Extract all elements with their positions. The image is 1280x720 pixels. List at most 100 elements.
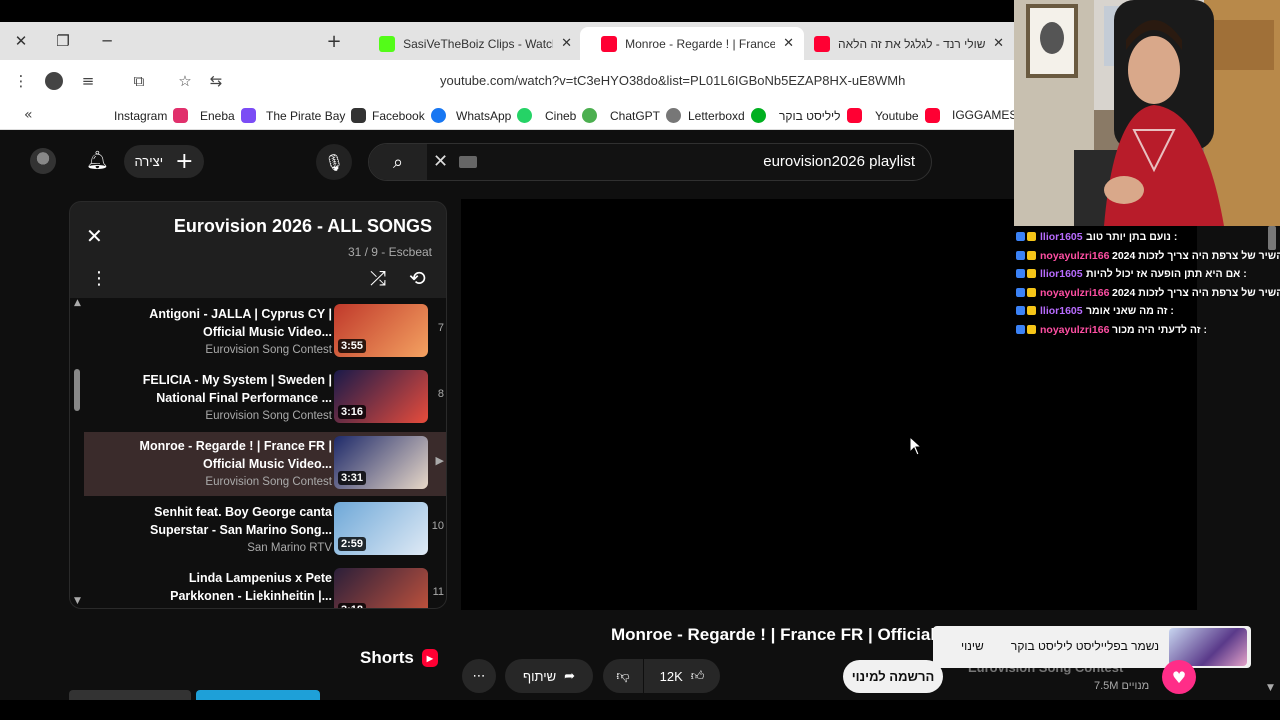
playlist-item-title: Monroe - Regarde ! | France FR | Officia… bbox=[139, 439, 332, 471]
playlist-menu-icon[interactable]: ⋮ bbox=[90, 268, 108, 289]
bookmark-lilist[interactable]: ליליסט בוקר bbox=[779, 108, 862, 123]
tab-close-icon[interactable]: ✕ bbox=[993, 36, 1004, 51]
search-input[interactable]: eurovision2026 playlist bbox=[763, 153, 915, 170]
playlist-item-thumbnail[interactable]: 2:59 bbox=[334, 502, 428, 555]
chat-text: : זה לדעתי היה מכור bbox=[1112, 324, 1207, 336]
scroll-down-icon[interactable]: ▼ bbox=[1267, 683, 1274, 693]
short-thumbnail[interactable] bbox=[69, 690, 191, 700]
chat-username[interactable]: noyayulzri166 bbox=[1040, 287, 1109, 299]
scroll-up-icon[interactable]: ▲ bbox=[74, 298, 81, 308]
bookmark-label: Eneba bbox=[200, 108, 235, 123]
new-tab-icon[interactable]: + bbox=[322, 22, 346, 60]
bookmark-whatsapp[interactable]: WhatsApp bbox=[456, 108, 533, 123]
shuffle-icon[interactable]: ⤮ bbox=[370, 266, 386, 290]
badge-icon bbox=[1027, 250, 1036, 260]
thumbs-up-icon: 👍︎ bbox=[690, 668, 705, 684]
bookmark-chatgpt[interactable]: ChatGPT bbox=[610, 108, 682, 123]
bookmark-label: IGGGAMES bbox=[952, 108, 1018, 122]
chat-username[interactable]: llior1605 bbox=[1040, 231, 1083, 243]
loop-icon[interactable]: ⟲ bbox=[409, 266, 426, 290]
badge-icon bbox=[1027, 269, 1036, 279]
tab-title: Monroe - Regarde ! | France FR bbox=[625, 36, 776, 51]
tab-close-icon[interactable]: ✕ bbox=[561, 36, 572, 51]
bookmark-cineb[interactable]: Cineb bbox=[545, 108, 598, 123]
bookmark-star-icon[interactable]: ☆ bbox=[174, 70, 196, 92]
like-count: 12K bbox=[659, 668, 683, 684]
chat-badges bbox=[1016, 287, 1036, 297]
dislike-button[interactable]: 👎︎ bbox=[603, 659, 643, 693]
cineb-icon bbox=[582, 108, 598, 123]
bookmark-facebook[interactable]: Facebook bbox=[372, 108, 446, 123]
bookmark-igggames[interactable]: IGGGAMES bbox=[952, 108, 1017, 122]
scroll-down-icon[interactable]: ▼ bbox=[74, 596, 81, 606]
extensions-icon[interactable]: ⧉ bbox=[128, 70, 150, 92]
browser-tab-youtube-active[interactable]: ✕ Monroe - Regarde ! | France FR bbox=[580, 27, 804, 60]
bookmarks-overflow-icon[interactable]: « bbox=[24, 107, 33, 123]
window-close-icon[interactable]: ✕ bbox=[0, 22, 42, 60]
notifications-bell-icon[interactable]: 🔔︎ bbox=[86, 150, 109, 171]
voice-search-mic-icon[interactable]: 🎙︎ bbox=[316, 144, 352, 180]
chat-scrollbar[interactable] bbox=[1268, 226, 1276, 250]
playlist-scrollbar[interactable] bbox=[74, 369, 80, 411]
badge-icon bbox=[1016, 287, 1025, 297]
chat-badges bbox=[1016, 325, 1036, 334]
chat-text: : אם היא תתן הופעה אז יכול להיות bbox=[1086, 268, 1247, 281]
window-minimize-icon[interactable]: ─ bbox=[86, 22, 128, 60]
playlist-item[interactable]: Antigoni - JALLA | Cyprus CY | Official … bbox=[84, 300, 446, 364]
bookmark-letterboxd[interactable]: Letterboxd bbox=[688, 108, 766, 123]
search-icon[interactable]: ⌕ bbox=[369, 144, 427, 180]
browser-menu-icon[interactable]: ⋮ bbox=[10, 70, 32, 92]
more-actions-icon[interactable]: ⋯ bbox=[462, 659, 496, 693]
keyboard-icon[interactable] bbox=[459, 156, 477, 168]
chat-username[interactable]: llior1605 bbox=[1040, 305, 1083, 317]
chat-message: noyayulzri166: : השיר של צרפת היה צריך ל… bbox=[1014, 284, 1280, 302]
mouse-cursor-icon bbox=[909, 436, 923, 456]
search-box[interactable]: ⌕ ✕ eurovision2026 playlist bbox=[368, 143, 932, 181]
chat-username[interactable]: noyayulzri166 bbox=[1040, 250, 1109, 262]
playlist-item-thumbnail[interactable]: 3:18 bbox=[334, 568, 428, 608]
subscribe-button[interactable]: הרשמה למינוי bbox=[843, 660, 943, 693]
short-thumbnail[interactable] bbox=[196, 690, 320, 700]
profile-avatar-icon[interactable] bbox=[43, 70, 65, 92]
pirate-bay-icon bbox=[351, 108, 367, 123]
badge-icon bbox=[1016, 269, 1025, 279]
playlist-title[interactable]: Eurovision 2026 - ALL SONGS bbox=[174, 216, 432, 237]
playlist-close-icon[interactable]: ✕ bbox=[86, 224, 103, 248]
playlist-item[interactable]: FELICIA - My System | Sweden | National … bbox=[84, 366, 446, 430]
chat-message: noyayulzri166: השיר של צרפת היה צריך לזכ… bbox=[1014, 247, 1280, 265]
tab-close-icon[interactable]: ✕ bbox=[783, 36, 794, 51]
create-button[interactable]: יצירה + bbox=[124, 145, 204, 178]
browser-tab-kick[interactable]: ✕ SasiVeTheBoiz Clips - Watch Liv bbox=[352, 27, 582, 60]
toast-change-button[interactable]: שינוי bbox=[961, 639, 984, 653]
browser-tab-youtube-2[interactable]: ✕ שולי רנד - לגלגל את זה הלאה bbox=[804, 27, 1014, 60]
share-arrow-icon: ➦ bbox=[564, 668, 575, 684]
playlist-item[interactable]: Senhit feat. Boy George canta Superstar … bbox=[84, 498, 446, 562]
chat-badges bbox=[1016, 269, 1036, 279]
playlist-item-title: FELICIA - My System | Sweden | National … bbox=[142, 373, 332, 405]
bookmark-instagram[interactable]: Instagram bbox=[114, 108, 189, 123]
chat-username[interactable]: llior1605 bbox=[1040, 268, 1083, 280]
like-button[interactable]: 12K 👍︎ bbox=[644, 659, 720, 693]
window-restore-icon[interactable]: ❐ bbox=[42, 22, 84, 60]
playlist-item-thumbnail[interactable]: 3:16 bbox=[334, 370, 428, 423]
url-field[interactable]: youtube.com/watch?v=tC3eHYO38do&list=PL0… bbox=[440, 73, 1014, 88]
bookmark-youtube[interactable]: Youtube bbox=[875, 108, 940, 123]
media-control-icon[interactable]: ≡ bbox=[77, 70, 99, 92]
site-settings-icon[interactable]: ⇆ bbox=[205, 70, 227, 92]
bookmark-pirate-bay[interactable]: The Pirate Bay bbox=[266, 108, 367, 123]
playlist-item-thumbnail[interactable]: 3:31 bbox=[334, 436, 428, 489]
bookmark-eneba[interactable]: Eneba bbox=[200, 108, 256, 123]
playlist-item[interactable]: Linda Lampenius x Pete Parkkonen - Lieki… bbox=[84, 564, 446, 608]
chat-badges bbox=[1016, 232, 1036, 241]
kick-favicon-icon bbox=[379, 35, 396, 52]
clear-search-icon[interactable]: ✕ bbox=[433, 151, 448, 172]
channel-avatar-heart-icon[interactable]: ♥ bbox=[1162, 660, 1196, 694]
chat-username[interactable]: noyayulzri166 bbox=[1040, 324, 1109, 336]
share-button[interactable]: שיתוף ➦ bbox=[505, 659, 593, 693]
playlist-item-thumbnail[interactable]: 3:55 bbox=[334, 304, 428, 357]
playlist-item-current[interactable]: Monroe - Regarde ! | France FR | Officia… bbox=[84, 432, 446, 496]
duration-badge: 3:31 bbox=[338, 471, 367, 485]
account-avatar[interactable] bbox=[30, 148, 56, 174]
playlist-item-channel: Eurovision Song Contest bbox=[205, 344, 332, 356]
bookmarks-bar: « Instagram Eneba The Pirate Bay Faceboo… bbox=[0, 102, 1017, 130]
